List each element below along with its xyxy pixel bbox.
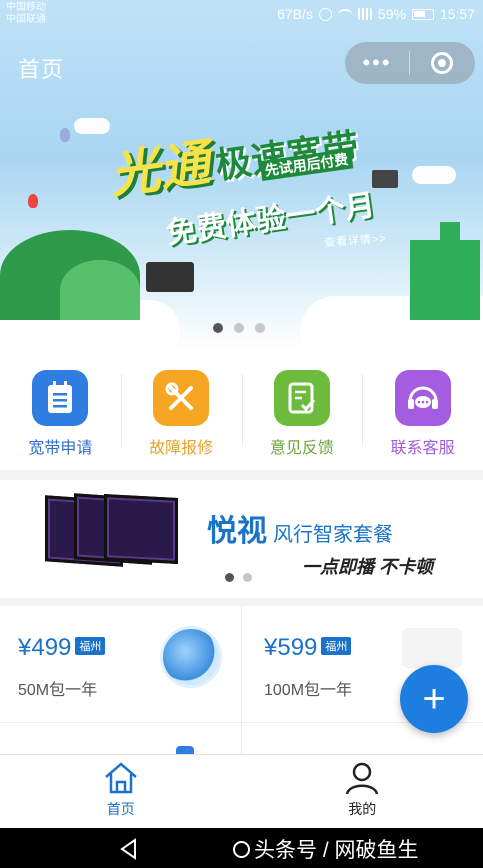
- clock: 15:57: [439, 6, 475, 22]
- pagination-dot[interactable]: [213, 323, 223, 333]
- hill-decoration: [60, 260, 140, 320]
- status-bar: 中国移动 中国联通 67B/s 59% 15:57: [0, 0, 483, 30]
- product-price: ¥499 福州: [18, 634, 106, 662]
- product-image-peek: [176, 746, 194, 754]
- headset-icon: [394, 370, 451, 426]
- add-button[interactable]: +: [400, 665, 468, 733]
- region-tag: 福州: [321, 636, 352, 655]
- system-nav-bar: 头条号 / 网破鱼生: [0, 828, 483, 868]
- cloud-decoration: [74, 118, 110, 134]
- user-icon: [346, 762, 379, 795]
- status-indicators: 67B/s 59% 15:57: [277, 6, 475, 22]
- miniprogram-capsule: •••: [345, 42, 475, 84]
- service-customer-support[interactable]: 联系客服: [362, 350, 483, 470]
- alarm-icon: [318, 7, 332, 21]
- tab-bar: 首页 我的: [0, 754, 483, 828]
- battery-icon: [411, 8, 434, 20]
- tools-icon: [153, 370, 210, 426]
- tv-image: [104, 494, 178, 564]
- hero-banner[interactable]: 中国移动 中国联通 67B/s 59% 15:57 首页 ••• 光通极速宽带 …: [0, 0, 483, 350]
- service-label: 意见反馈: [269, 440, 334, 457]
- back-triangle-icon[interactable]: [118, 838, 140, 860]
- router-image: [402, 628, 462, 668]
- network-speed: 67B/s: [277, 6, 313, 22]
- battery-percent: 59%: [377, 6, 406, 22]
- close-button[interactable]: [410, 52, 474, 74]
- service-label: 故障报修: [149, 440, 214, 457]
- home-icon: [104, 762, 137, 794]
- service-broadband-apply[interactable]: 宽带申请: [0, 350, 121, 470]
- target-icon: [431, 52, 453, 74]
- notepad-icon: [32, 370, 89, 426]
- tab-label: 首页: [106, 801, 135, 817]
- carrier-label: 中国移动 中国联通: [6, 2, 46, 25]
- tab-label: 我的: [348, 801, 377, 817]
- promo-title-brand: 悦视: [207, 515, 267, 548]
- service-feedback[interactable]: 意见反馈: [241, 350, 363, 470]
- service-label: 联系客服: [390, 440, 455, 457]
- wifi-icon: [337, 9, 352, 19]
- banner-detail-link[interactable]: 查看详情>>: [324, 230, 388, 250]
- feedback-icon: [273, 370, 330, 426]
- service-repair[interactable]: 故障报修: [120, 350, 242, 470]
- banner-pagination: [213, 323, 265, 333]
- product-description: 50M包一年: [18, 682, 98, 699]
- city-decoration: [410, 240, 480, 320]
- pagination-dot[interactable]: [234, 323, 244, 333]
- more-dots-icon[interactable]: •••: [345, 42, 409, 84]
- pagination-dot[interactable]: [225, 573, 234, 582]
- laptop-image: [146, 262, 194, 292]
- promo-title: 悦视 风行智家套餐: [207, 506, 393, 550]
- banner-headline-a: 光通: [106, 134, 214, 204]
- signal-icon: [357, 8, 372, 20]
- region-tag: 福州: [75, 636, 106, 655]
- city-decoration: [440, 222, 460, 252]
- tab-profile[interactable]: 我的: [242, 755, 483, 828]
- laptop-image: [372, 170, 398, 188]
- watermark: 头条号 / 网破鱼生: [233, 834, 419, 864]
- promo-subtitle: 一点即播 不卡顿: [302, 557, 434, 577]
- pagination-dot[interactable]: [243, 573, 252, 582]
- circle-icon: [233, 841, 250, 858]
- balloon-icon: [60, 128, 70, 142]
- service-label: 宽带申请: [28, 440, 93, 457]
- product-description: 100M包一年: [264, 682, 353, 699]
- balloon-icon: [28, 194, 38, 208]
- page-title: 首页: [18, 57, 65, 82]
- cloud-decoration: [412, 166, 456, 184]
- promo-pagination: [225, 573, 252, 582]
- tab-home[interactable]: 首页: [0, 755, 242, 828]
- pagination-dot[interactable]: [255, 323, 265, 333]
- product-price: ¥599 福州: [264, 634, 352, 662]
- service-grid: 宽带申请 故障报修 意见反馈 联系客服: [0, 350, 483, 470]
- router-image: [160, 626, 222, 688]
- promo-title-package: 风行智家套餐: [273, 524, 393, 546]
- product-card[interactable]: ¥499 福州 50M包一年: [0, 606, 241, 722]
